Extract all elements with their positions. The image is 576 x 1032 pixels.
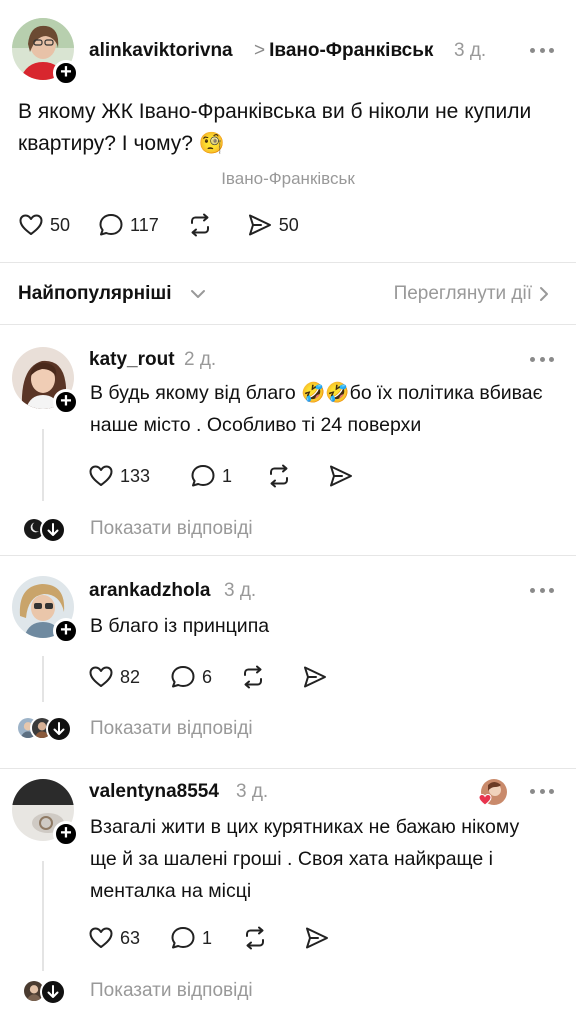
comment-item: + arankadzhola 3 д. В благо із принципа … xyxy=(0,556,576,768)
comment-time: 3 д. xyxy=(224,580,257,601)
share-button[interactable] xyxy=(304,925,330,951)
heart-icon xyxy=(89,927,113,948)
comment-item: + katy_rout 2 д. В будь якому від благо … xyxy=(0,325,576,555)
follow-plus-icon[interactable]: + xyxy=(53,618,79,644)
like-button[interactable]: 82 xyxy=(88,664,140,690)
arrow-down-icon xyxy=(40,979,66,1005)
comment-bubble-icon xyxy=(99,214,123,236)
repost-button[interactable] xyxy=(240,664,266,690)
more-dots-icon[interactable] xyxy=(530,588,554,594)
follow-plus-icon[interactable]: + xyxy=(53,821,79,847)
more-dots-icon[interactable] xyxy=(530,789,554,795)
repost-button[interactable] xyxy=(266,463,292,489)
heart-icon xyxy=(89,666,113,687)
repost-button[interactable] xyxy=(187,212,213,238)
thread-line xyxy=(42,656,44,702)
post-author-name[interactable]: alinkaviktorivna xyxy=(89,40,233,62)
heart-icon xyxy=(19,214,43,235)
sort-dropdown[interactable]: Найпопулярніші xyxy=(18,283,171,305)
comment-author-name[interactable]: katy_rout xyxy=(89,349,175,371)
chevron-right-icon[interactable] xyxy=(536,285,552,303)
sort-bar: Найпопулярніші Переглянути дії xyxy=(0,263,576,323)
breadcrumb: > Івано-Франківськ xyxy=(248,40,433,62)
like-button[interactable]: 133 xyxy=(88,463,150,489)
thread-line xyxy=(42,861,44,971)
arrow-down-icon xyxy=(40,517,66,543)
send-icon xyxy=(306,927,329,949)
share-button[interactable] xyxy=(302,664,328,690)
comment-author-name[interactable]: arankadzhola xyxy=(89,580,210,602)
comment-actions: 133 1 xyxy=(88,463,380,489)
replies-avatars[interactable] xyxy=(22,979,66,1005)
comment-time: 2 д. xyxy=(184,349,217,370)
post-text: В якому ЖК Івано-Франківська ви б ніколи… xyxy=(18,100,532,155)
more-dots-icon[interactable] xyxy=(530,48,554,54)
reply-button[interactable]: 6 xyxy=(170,664,212,690)
repost-button[interactable] xyxy=(242,925,268,951)
comment-time: 3 д. xyxy=(236,781,269,802)
comment-button[interactable]: 117 xyxy=(98,212,159,238)
reply-count: 1 xyxy=(222,465,233,486)
reply-count: 6 xyxy=(202,666,213,687)
like-count: 133 xyxy=(120,465,151,486)
repost-icon xyxy=(246,926,265,950)
share-button[interactable] xyxy=(328,463,354,489)
comment-bubble-icon xyxy=(171,666,195,688)
follow-plus-icon[interactable]: + xyxy=(53,389,79,415)
comment-bubble-icon xyxy=(191,465,215,487)
more-dots-icon[interactable] xyxy=(530,357,554,363)
comment-text: В благо із принципа xyxy=(90,615,270,637)
chevron-down-icon[interactable] xyxy=(189,285,207,303)
repost-icon xyxy=(270,464,289,488)
send-icon xyxy=(304,666,327,688)
show-replies-link[interactable]: Показати відповіді xyxy=(90,518,253,540)
comment-count: 117 xyxy=(130,214,159,235)
location-tag[interactable]: Івано-Франківськ xyxy=(0,169,576,189)
reply-count: 1 xyxy=(202,927,213,948)
like-count: 63 xyxy=(120,927,141,948)
follow-plus-icon[interactable]: + xyxy=(53,60,79,86)
main-post: + alinkaviktorivna > Івано-Франківськ 3 д… xyxy=(0,0,576,262)
send-icon xyxy=(330,465,353,487)
show-replies-link[interactable]: Показати відповіді xyxy=(90,718,253,740)
like-count: 82 xyxy=(120,666,141,687)
like-button[interactable]: 63 xyxy=(88,925,140,951)
reply-button[interactable]: 1 xyxy=(190,463,232,489)
thread-line xyxy=(42,429,44,501)
comment-text: Взагалі жити в цих курятниках не бажаю н… xyxy=(90,816,520,902)
arrow-down-icon xyxy=(46,716,72,742)
post-time: 3 д. xyxy=(454,40,487,61)
reply-button[interactable]: 1 xyxy=(170,925,212,951)
like-count: 50 xyxy=(50,214,71,235)
repost-icon xyxy=(190,213,209,237)
like-button[interactable]: 50 xyxy=(18,212,70,238)
comment-author-name[interactable]: valentyna8554 xyxy=(89,781,219,803)
share-count: 50 xyxy=(278,214,299,235)
replies-avatars[interactable] xyxy=(16,716,74,742)
replies-avatars[interactable] xyxy=(22,517,66,543)
send-icon xyxy=(248,214,271,236)
heart-icon xyxy=(478,793,492,806)
comment-bubble-icon xyxy=(171,927,195,949)
post-actions: 50 117 50 xyxy=(18,212,325,238)
comment-actions: 82 6 xyxy=(88,664,354,690)
community-link[interactable]: Івано-Франківськ xyxy=(269,40,433,61)
comment-text: В будь якому від благо 🤣🤣бо їх політика … xyxy=(90,382,543,436)
comment-actions: 63 1 xyxy=(88,925,356,951)
view-activity-link[interactable]: Переглянути дії xyxy=(394,283,532,305)
comment-item: + valentyna8554 3 д. Взагалі жити в цих … xyxy=(0,769,576,1032)
share-button[interactable]: 50 xyxy=(247,212,299,238)
repost-icon xyxy=(244,665,263,689)
show-replies-link[interactable]: Показати відповіді xyxy=(90,980,253,1002)
heart-icon xyxy=(89,465,113,486)
chevron-right-icon: > xyxy=(254,40,266,61)
